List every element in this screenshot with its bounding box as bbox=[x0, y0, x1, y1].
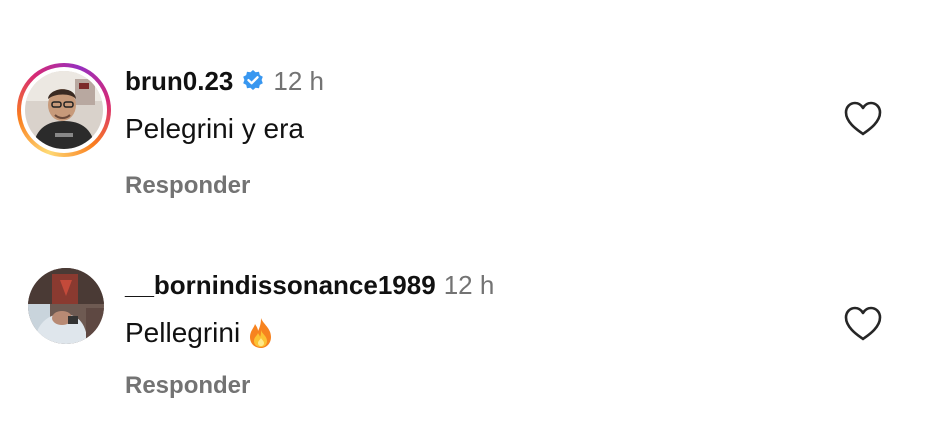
comment-time: 12 h bbox=[443, 270, 495, 300]
verified-badge-icon bbox=[241, 69, 265, 93]
comment-text: Pelegrini y era bbox=[125, 112, 304, 146]
avatar-story-ring[interactable] bbox=[17, 63, 111, 157]
fire-emoji-icon bbox=[244, 316, 278, 350]
username[interactable]: brun0.23 bbox=[125, 66, 233, 96]
comment-time: 12 h bbox=[273, 66, 324, 96]
comment-text-content: Pelegrini y era bbox=[125, 113, 304, 144]
avatar[interactable] bbox=[25, 71, 103, 149]
username[interactable]: __bornindissonance1989 bbox=[125, 270, 436, 300]
avatar-photo-wrap bbox=[28, 268, 104, 344]
comment-text-content: Pellegrini bbox=[125, 317, 241, 348]
reply-button[interactable]: Responder bbox=[125, 172, 250, 200]
avatar[interactable] bbox=[28, 268, 104, 344]
heart-outline-icon[interactable] bbox=[843, 100, 883, 138]
avatar-photo bbox=[25, 71, 103, 149]
comment-header: brun0.23 12 h bbox=[125, 66, 324, 96]
comment-header: __bornindissonance1989 12 h bbox=[125, 270, 494, 300]
heart-outline-icon[interactable] bbox=[843, 305, 883, 343]
comment-text: Pellegrini bbox=[125, 316, 278, 350]
reply-button[interactable]: Responder bbox=[125, 372, 250, 400]
avatar-photo bbox=[28, 268, 104, 344]
